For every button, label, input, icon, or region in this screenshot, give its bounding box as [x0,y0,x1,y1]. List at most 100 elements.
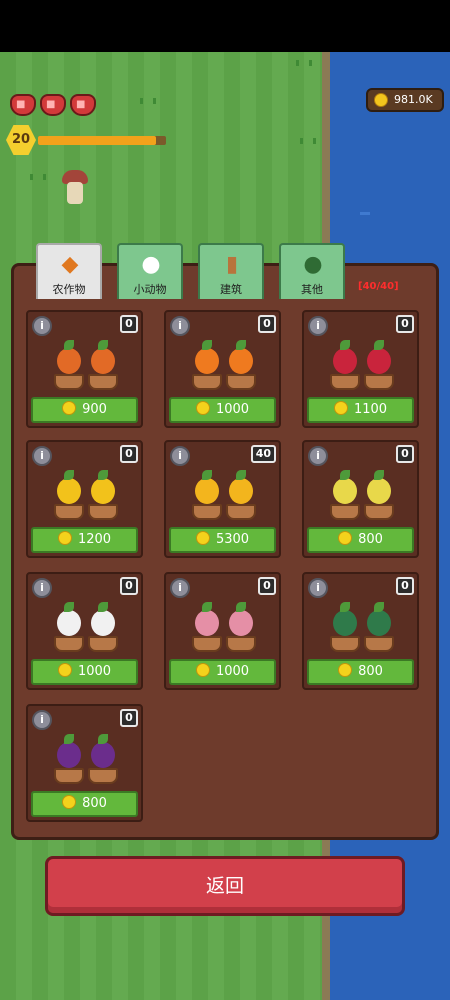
heart-icon: ■ [40,94,66,116]
item-image [304,600,417,656]
villager-body [67,182,83,204]
pot-icon [226,636,256,652]
radish-icon [333,348,357,374]
leaf-icon [374,602,384,612]
leaf-icon [98,340,108,350]
shop-item-eggplant[interactable]: i 0 800 [26,704,143,822]
shop-item-corn[interactable]: i 40 5300 [164,440,281,558]
coin-icon [195,663,210,677]
leaf-icon [236,602,246,612]
item-image [28,338,141,394]
price-label: 900 [82,402,107,417]
info-icon[interactable]: i [170,316,190,336]
shop-item-wheat-bush[interactable]: i 0 800 [302,440,419,558]
level-indicator: 20 [6,125,166,155]
shop-item-flower-bush[interactable]: i 0 1000 [164,572,281,690]
item-count: 0 [396,315,414,333]
tab-other[interactable]: ● 其他 [279,243,345,299]
info-icon[interactable]: i [308,316,328,336]
pot-icon [192,636,222,652]
item-image [166,468,279,524]
tab-animals[interactable]: ● 小动物 [117,243,183,299]
carrot-seedling-icon [91,348,115,374]
price-label: 1200 [77,532,112,547]
shop-item-pumpkin[interactable]: i 0 1000 [164,310,281,428]
price-label: 800 [358,664,383,679]
back-button[interactable]: 返回 [45,856,405,916]
pot-icon [88,636,118,652]
buy-button[interactable]: 800 [307,527,414,553]
leaf-icon [340,602,350,612]
grass-tuft [296,60,312,66]
info-icon[interactable]: i [32,710,52,730]
corn-icon [195,478,219,504]
leaf-icon [64,734,74,744]
item-image [28,600,141,656]
info-icon[interactable]: i [32,446,52,466]
item-image [304,338,417,394]
slot-counter: [40/40] [358,281,399,292]
xp-bar [38,136,166,145]
info-icon[interactable]: i [170,446,190,466]
buy-button[interactable]: 1000 [31,659,138,685]
pot-icon [54,768,84,784]
radish-icon [367,348,391,374]
shop-item-sunflower[interactable]: i 0 1200 [26,440,143,558]
buy-button[interactable]: 1200 [31,527,138,553]
coin-icon [333,401,348,415]
flower-bush-icon [195,610,219,636]
tab-label: 小动物 [133,283,167,296]
item-image [304,468,417,524]
buy-button[interactable]: 5300 [169,527,276,553]
info-icon[interactable]: i [308,578,328,598]
buy-button[interactable]: 1000 [169,659,276,685]
info-icon[interactable]: i [32,578,52,598]
status-bar [0,0,450,52]
tab-crops[interactable]: ◆ 农作物 [36,243,102,299]
tab-label: 建筑 [220,283,242,296]
price-label: 1000 [77,664,112,679]
eggplant-icon [57,742,81,768]
grass-tuft [30,174,46,180]
pumpkin-icon [229,348,253,374]
shop-tabs: ◆ 农作物 ● 小动物 ▮ 建筑 ● 其他 [36,243,345,299]
cotton-icon [57,610,81,636]
item-count: 0 [258,315,276,333]
wheat-bush-icon [333,478,357,504]
shop-item-radish[interactable]: i 0 1100 [302,310,419,428]
price-label: 1000 [215,664,250,679]
buy-button[interactable]: 1000 [169,397,276,423]
villager-character[interactable] [60,170,90,206]
tab-label: 农作物 [52,283,86,296]
pot-icon [192,374,222,390]
shop-item-carrot-seedling[interactable]: i 0 900 [26,310,143,428]
shop-item-cotton[interactable]: i 0 1000 [26,572,143,690]
item-image [166,600,279,656]
tab-label: 其他 [301,283,323,296]
wheat-bush-icon [367,478,391,504]
buy-button[interactable]: 800 [31,791,138,817]
pot-icon [54,374,84,390]
leaf-icon [98,734,108,744]
leaf-icon [202,470,212,480]
tab-buildings[interactable]: ▮ 建筑 [198,243,264,299]
coin-amount: 981.0K [394,93,433,106]
price-label: 800 [358,532,383,547]
leaf-icon [202,340,212,350]
item-count: 0 [120,315,138,333]
info-icon[interactable]: i [32,316,52,336]
xp-bar-fill [38,136,156,145]
item-count: 0 [120,445,138,463]
coin-icon [338,663,353,677]
info-icon[interactable]: i [308,446,328,466]
buy-button[interactable]: 900 [31,397,138,423]
item-count: 0 [396,445,414,463]
leaf-icon [64,602,74,612]
info-icon[interactable]: i [170,578,190,598]
flower-bush-icon [229,610,253,636]
buy-button[interactable]: 800 [307,659,414,685]
buy-button[interactable]: 1100 [307,397,414,423]
pot-icon [364,636,394,652]
shop-item-cabbage[interactable]: i 0 800 [302,572,419,690]
grass-tuft [300,138,316,144]
